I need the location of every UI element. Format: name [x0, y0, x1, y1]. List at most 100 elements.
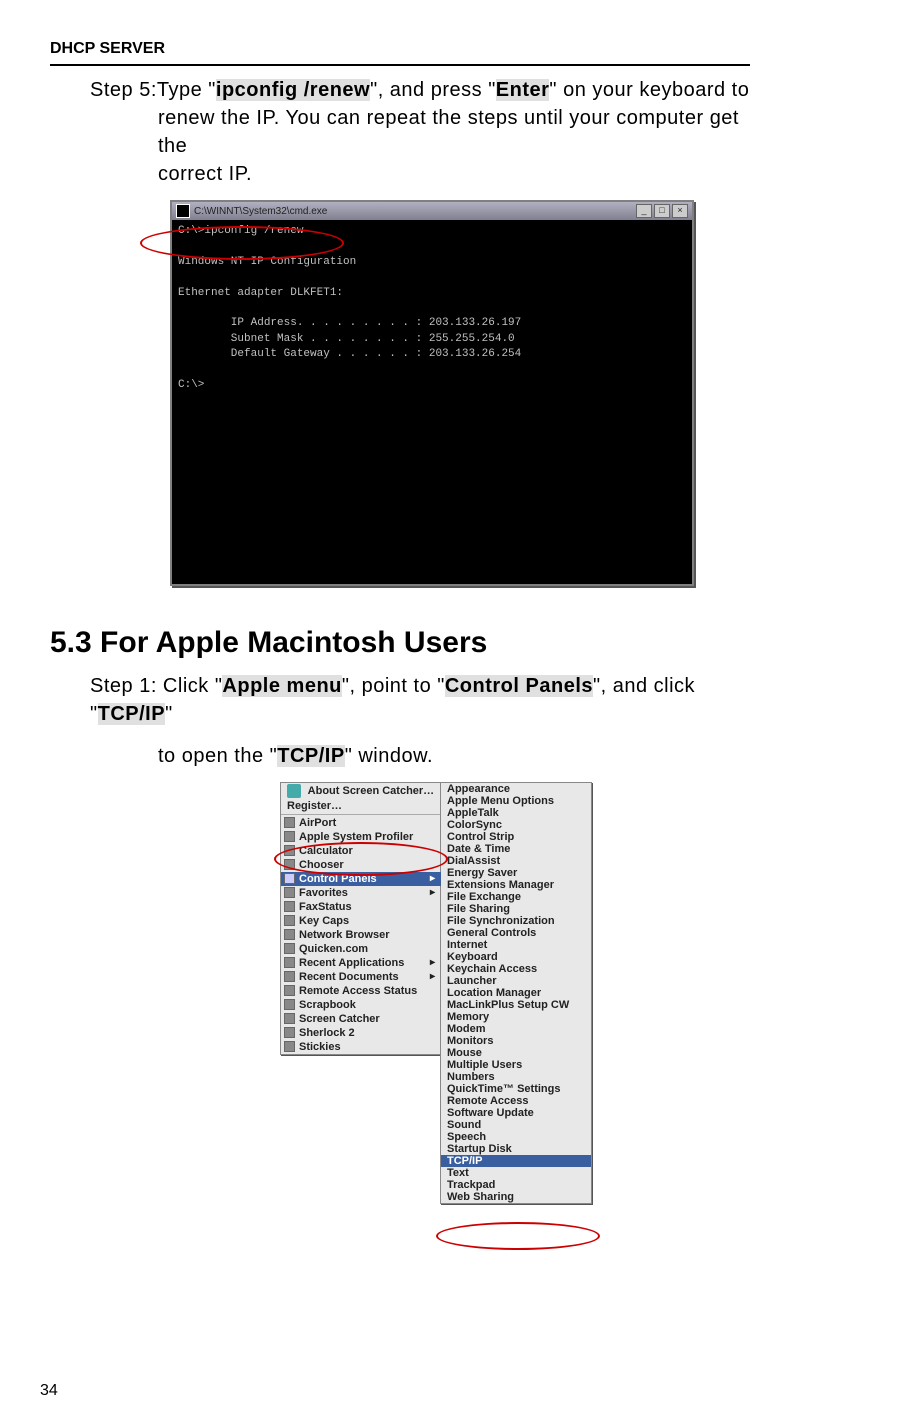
item-netbrowser[interactable]: Network Browser — [281, 928, 441, 942]
stickies-icon — [284, 1041, 295, 1052]
sub-3[interactable]: ColorSync — [441, 819, 591, 831]
terminal-body: C:\>ipconfig /renew Windows NT IP Config… — [172, 220, 692, 584]
lbl-rapps: Recent Applications — [299, 957, 404, 969]
red-ellipse-control-panels — [274, 842, 448, 876]
lbl-airport: AirPort — [299, 817, 336, 829]
rapps-icon — [284, 957, 295, 968]
sc-icon — [284, 1013, 295, 1024]
page-number: 34 — [40, 1382, 58, 1400]
sub-18[interactable]: MacLinkPlus Setup CW — [441, 999, 591, 1011]
sub-14[interactable]: Keyboard — [441, 951, 591, 963]
sub-25[interactable]: QuickTime™ Settings — [441, 1083, 591, 1095]
term-line-4: Ethernet adapter DLKFET1: — [178, 287, 343, 299]
lbl-quicken: Quicken.com — [299, 943, 368, 955]
sub-19[interactable]: Memory — [441, 1011, 591, 1023]
sub-1[interactable]: Apple Menu Options — [441, 795, 591, 807]
step1-cp: Control Panels — [445, 675, 593, 697]
sherlock-icon — [284, 1027, 295, 1038]
step1-line2b: " window. — [345, 745, 433, 767]
sub-17[interactable]: Location Manager — [441, 987, 591, 999]
sub-10[interactable]: File Sharing — [441, 903, 591, 915]
fax-icon — [284, 901, 295, 912]
sub-13[interactable]: Internet — [441, 939, 591, 951]
step1-tcp: TCP/IP — [98, 703, 165, 725]
sub-23[interactable]: Multiple Users — [441, 1059, 591, 1071]
cmd-icon — [176, 204, 190, 218]
lbl-ras: Remote Access Status — [299, 985, 417, 997]
scrap-icon — [284, 999, 295, 1010]
apple-icon — [287, 784, 301, 798]
sub-22[interactable]: Mouse — [441, 1047, 591, 1059]
sub-6[interactable]: DialAssist — [441, 855, 591, 867]
sub-0[interactable]: Appearance — [441, 783, 591, 795]
net-icon — [284, 929, 295, 940]
minimize-icon[interactable]: _ — [636, 204, 652, 218]
item-favorites[interactable]: Favorites — [281, 886, 441, 900]
sub-12[interactable]: General Controls — [441, 927, 591, 939]
sub-16[interactable]: Launcher — [441, 975, 591, 987]
step1-t1: ", point to " — [342, 675, 445, 697]
sub-11[interactable]: File Synchronization — [441, 915, 591, 927]
page-header: DHCP SERVER — [50, 40, 750, 58]
register-item[interactable]: Register… — [281, 799, 441, 813]
sub-32[interactable]: Text — [441, 1167, 591, 1179]
item-recentapps[interactable]: Recent Applications — [281, 956, 441, 970]
control-panels-submenu[interactable]: Appearance Apple Menu Options AppleTalk … — [440, 782, 592, 1204]
menu-sep — [281, 814, 441, 815]
item-sherlock[interactable]: Sherlock 2 — [281, 1026, 441, 1040]
about-item[interactable]: About Screen Catcher… — [308, 785, 435, 797]
sub-tcpip[interactable]: TCP/IP — [441, 1155, 591, 1167]
item-recentdocs[interactable]: Recent Documents — [281, 970, 441, 984]
sub-34[interactable]: Web Sharing — [441, 1191, 591, 1203]
sub-24[interactable]: Numbers — [441, 1071, 591, 1083]
step1-apple: Apple menu — [222, 675, 341, 697]
sub-5[interactable]: Date & Time — [441, 843, 591, 855]
step5-t3: " on your keyboard to — [549, 79, 749, 101]
sub-15[interactable]: Keychain Access — [441, 963, 591, 975]
mac-screenshot: About Screen Catcher… Register… AirPort … — [280, 782, 750, 1204]
cp-icon — [284, 873, 295, 884]
item-screencatcher[interactable]: Screen Catcher — [281, 1012, 441, 1026]
sub-8[interactable]: Extensions Manager — [441, 879, 591, 891]
maximize-icon[interactable]: □ — [654, 204, 670, 218]
sub-2[interactable]: AppleTalk — [441, 807, 591, 819]
step1-line2a: to open the " — [158, 745, 277, 767]
apple-menu-header: About Screen Catcher… — [281, 783, 441, 799]
lbl-keycaps: Key Caps — [299, 915, 349, 927]
sub-9[interactable]: File Exchange — [441, 891, 591, 903]
item-scrapbook[interactable]: Scrapbook — [281, 998, 441, 1012]
lbl-fav: Favorites — [299, 887, 348, 899]
quicken-icon — [284, 943, 295, 954]
asp-icon — [284, 831, 295, 842]
step5-line2: renew the IP. You can repeat the steps u… — [158, 104, 750, 160]
sub-33[interactable]: Trackpad — [441, 1179, 591, 1191]
close-icon[interactable]: × — [672, 204, 688, 218]
sub-26[interactable]: Remote Access — [441, 1095, 591, 1107]
terminal-title-text: C:\WINNT\System32\cmd.exe — [194, 206, 327, 217]
term-line-6: IP Address. . . . . . . . . : 203.133.26… — [178, 317, 521, 329]
sub-29[interactable]: Speech — [441, 1131, 591, 1143]
lbl-scrap: Scrapbook — [299, 999, 356, 1011]
red-ellipse-ipconfig — [140, 226, 344, 260]
item-fax[interactable]: FaxStatus — [281, 900, 441, 914]
item-keycaps[interactable]: Key Caps — [281, 914, 441, 928]
apple-menu[interactable]: About Screen Catcher… Register… AirPort … — [280, 782, 442, 1055]
sub-21[interactable]: Monitors — [441, 1035, 591, 1047]
sub-20[interactable]: Modem — [441, 1023, 591, 1035]
sub-4[interactable]: Control Strip — [441, 831, 591, 843]
term-line-10: C:\> — [178, 379, 204, 391]
sub-27[interactable]: Software Update — [441, 1107, 591, 1119]
lbl-stickies: Stickies — [299, 1041, 341, 1053]
item-stickies[interactable]: Stickies — [281, 1040, 441, 1054]
item-ras[interactable]: Remote Access Status — [281, 984, 441, 998]
sub-28[interactable]: Sound — [441, 1119, 591, 1131]
sub-7[interactable]: Energy Saver — [441, 867, 591, 879]
sub-30[interactable]: Startup Disk — [441, 1143, 591, 1155]
airport-icon — [284, 817, 295, 828]
header-rule — [50, 64, 750, 66]
item-quicken[interactable]: Quicken.com — [281, 942, 441, 956]
term-line-8: Default Gateway . . . . . . : 203.133.26… — [178, 348, 521, 360]
section-5-3-title: 5.3 For Apple Macintosh Users — [50, 626, 750, 660]
step5-line3: correct IP. — [158, 160, 750, 188]
item-airport[interactable]: AirPort — [281, 816, 441, 830]
